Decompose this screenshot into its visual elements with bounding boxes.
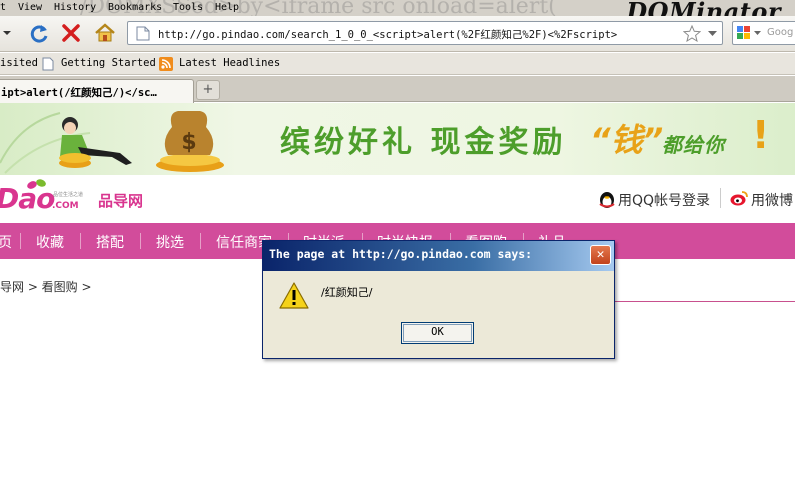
content-divider <box>615 301 795 302</box>
weibo-login-link[interactable]: 用微博 <box>730 190 793 210</box>
search-input[interactable]: Goog <box>732 21 795 45</box>
url-dropdown-icon[interactable] <box>708 31 717 37</box>
breadcrumb[interactable]: 导网 > 看图购 > <box>0 278 92 295</box>
site-header: Dao 品位生活之道 .COM 品导网 用QQ帐号登录 用微博 <box>0 175 795 223</box>
bookmarks-toolbar: isited Getting Started Latest Headlines <box>0 53 795 75</box>
warning-icon <box>279 282 309 309</box>
alert-dialog: The page at http://go.pindao.com says: ✕… <box>262 240 615 359</box>
menu-bookmarks[interactable]: Bookmarks <box>108 2 162 13</box>
search-engine-dropdown-icon[interactable] <box>754 31 761 36</box>
dropdown-arrow-icon[interactable] <box>0 20 14 46</box>
new-tab-button[interactable]: + <box>196 80 220 100</box>
bookmark-getting-started[interactable]: Getting Started <box>61 57 156 69</box>
menu-tools[interactable]: Tools <box>173 2 203 13</box>
reload-icon[interactable] <box>26 20 52 46</box>
nav-pick[interactable]: 挑选 <box>156 232 184 252</box>
menu-item-partial[interactable]: t <box>0 2 6 13</box>
active-tab[interactable]: ipt>alert(/红颜知己/)</sc… <box>0 79 194 103</box>
navigation-toolbar: http://go.pindao.com/search_1_0_0_<scrip… <box>0 16 795 52</box>
qq-login-label: 用QQ帐号登录 <box>618 193 711 209</box>
menu-bar: /DOMXSSed>by<iframe src onload=alert( t … <box>0 0 795 16</box>
search-placeholder: Goog <box>767 27 794 38</box>
rss-feed-icon <box>159 57 173 71</box>
weibo-login-label: 用微博 <box>751 193 793 209</box>
home-icon[interactable] <box>92 20 118 46</box>
logo-tagline: 品位生活之道 <box>53 192 84 198</box>
google-icon <box>737 26 750 39</box>
banner-exclamation: ! <box>752 113 770 157</box>
banner-money-word: “钱” <box>590 121 664 159</box>
dominator-title: DOMinator <box>626 0 781 16</box>
nav-home[interactable]: 页 <box>0 232 12 252</box>
dialog-title: The page at http://go.pindao.com says: <box>269 247 533 261</box>
banner-headline: 缤纷好礼 现金奖励 <box>280 125 567 160</box>
dialog-message: /红颜知己/ <box>321 286 373 299</box>
menu-help[interactable]: Help <box>215 2 239 13</box>
nav-separator <box>80 233 81 249</box>
page-icon <box>136 26 150 41</box>
qq-login-link[interactable]: 用QQ帐号登录 <box>598 190 710 210</box>
stop-icon[interactable] <box>58 20 84 46</box>
tab-strip: ipt>alert(/红颜知己/)</sc… + <box>0 76 795 103</box>
page-icon <box>42 57 54 71</box>
nav-separator <box>200 233 201 249</box>
logo-domain: .COM <box>52 201 79 211</box>
banner-illustration-icon: $ <box>0 111 224 174</box>
bookmark-latest-headlines[interactable]: Latest Headlines <box>179 57 280 69</box>
header-divider <box>720 188 721 208</box>
nav-outfits[interactable]: 搭配 <box>96 232 124 252</box>
tab-title: ipt>alert(/红颜知己/)</sc… <box>1 87 157 99</box>
site-logo[interactable]: Dao <box>0 182 55 215</box>
nav-favorites[interactable]: 收藏 <box>36 232 64 252</box>
menu-view[interactable]: View <box>18 2 42 13</box>
address-bar[interactable]: http://go.pindao.com/search_1_0_0_<scrip… <box>127 21 723 45</box>
nav-separator <box>20 233 21 249</box>
nav-separator <box>140 233 141 249</box>
svg-text:$: $ <box>181 130 196 155</box>
url-text: http://go.pindao.com/search_1_0_0_<scrip… <box>158 29 618 41</box>
bookmark-star-icon[interactable] <box>683 25 701 42</box>
close-icon[interactable]: ✕ <box>590 245 611 265</box>
bookmark-most-visited[interactable]: isited <box>0 57 38 69</box>
dialog-titlebar[interactable]: The page at http://go.pindao.com says: ✕ <box>263 241 614 271</box>
ok-button[interactable]: OK <box>401 322 474 344</box>
promo-banner[interactable]: $ 缤纷好礼 现金奖励 “钱” 都给你 ! <box>0 103 795 175</box>
banner-suffix: 都给你 <box>662 133 725 157</box>
logo-chinese-name: 品导网 <box>98 192 144 210</box>
menu-history[interactable]: History <box>54 2 96 13</box>
